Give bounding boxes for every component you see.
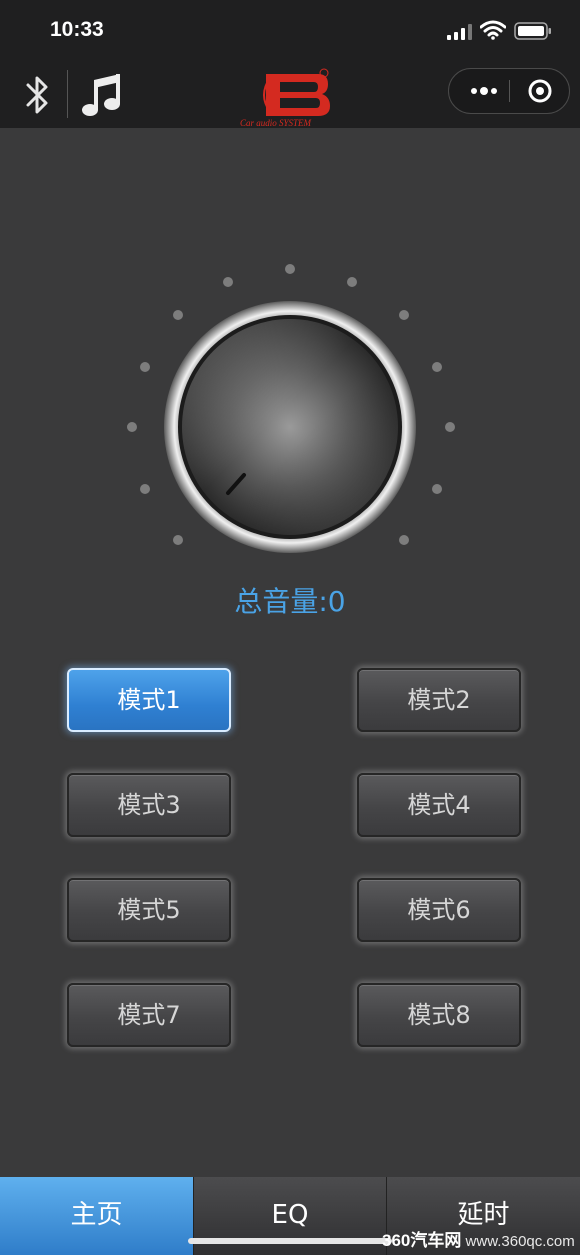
brand-logo: Car audio SYSTEM — [240, 68, 330, 128]
home-indicator[interactable] — [188, 1238, 392, 1244]
mode-6-button[interactable]: 模式6 — [357, 878, 521, 942]
miniprogram-capsule — [448, 68, 570, 114]
total-volume-label: 总音量:0 — [234, 585, 346, 618]
watermark-brand: 360汽车网 — [382, 1231, 462, 1250]
tab-home[interactable]: 主页 — [0, 1177, 194, 1255]
music-note-icon[interactable] — [78, 70, 126, 120]
status-time: 10:33 — [50, 18, 104, 41]
capsule-divider — [509, 80, 510, 102]
mode-5-button[interactable]: 模式5 — [67, 878, 231, 942]
wifi-icon — [480, 20, 506, 40]
cellular-signal-icon — [447, 24, 472, 40]
app-header: Car audio SYSTEM — [0, 62, 580, 128]
watermark: 360汽车网 www.360qc.com — [382, 1226, 575, 1251]
svg-text:Car audio SYSTEM: Car audio SYSTEM — [240, 118, 312, 128]
bluetooth-icon[interactable] — [20, 72, 56, 118]
battery-icon — [514, 22, 551, 40]
watermark-url: www.360qc.com — [465, 1233, 575, 1250]
mode-1-button[interactable]: 模式1 — [67, 668, 231, 732]
mode-2-button[interactable]: 模式2 — [357, 668, 521, 732]
mode-8-button[interactable]: 模式8 — [357, 983, 521, 1047]
volume-knob[interactable] — [120, 255, 460, 565]
mode-4-button[interactable]: 模式4 — [357, 773, 521, 837]
status-bar: 10:33 — [0, 0, 580, 62]
mode-7-button[interactable]: 模式7 — [67, 983, 231, 1047]
header-divider — [67, 70, 68, 118]
close-miniprogram-icon[interactable] — [515, 69, 565, 113]
mode-3-button[interactable]: 模式3 — [67, 773, 231, 837]
more-options-icon[interactable] — [461, 69, 507, 113]
